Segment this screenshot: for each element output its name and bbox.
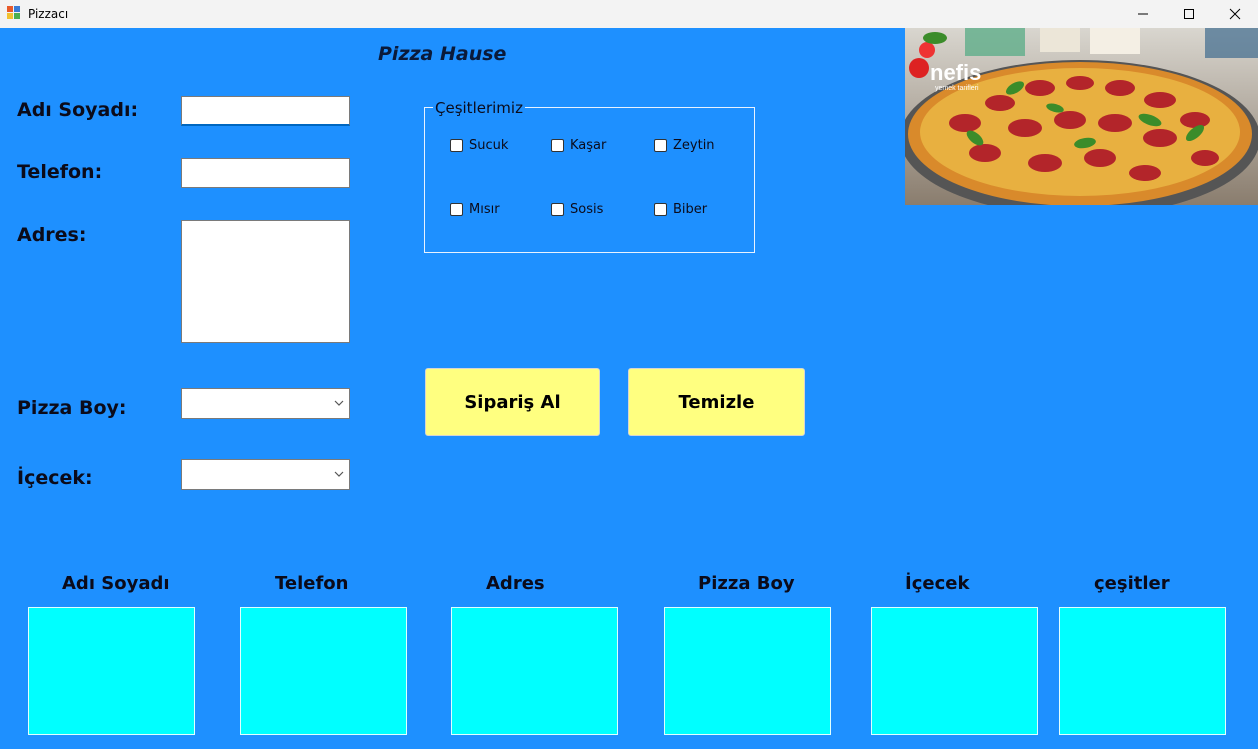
checkbox-biber[interactable]: Biber bbox=[654, 202, 707, 217]
output-list-phone[interactable] bbox=[240, 607, 407, 735]
name-input[interactable] bbox=[181, 96, 350, 126]
pizza-size-label: Pizza Boy: bbox=[17, 397, 127, 419]
clear-button[interactable]: Temizle bbox=[628, 368, 805, 436]
checkbox-label: Biber bbox=[673, 202, 708, 217]
page-title: Pizza Hause bbox=[378, 43, 507, 65]
address-label: Adres: bbox=[17, 224, 87, 246]
pizza-size-select[interactable] bbox=[181, 388, 350, 419]
checkbox-misir[interactable]: Mısır bbox=[450, 202, 500, 217]
maximize-button[interactable] bbox=[1166, 0, 1212, 28]
checkbox-sucuk[interactable]: Sucuk bbox=[450, 138, 508, 153]
checkbox-label: Sucuk bbox=[469, 138, 509, 153]
output-label-phone: Telefon bbox=[275, 573, 349, 594]
output-label-name: Adı Soyadı bbox=[62, 573, 170, 594]
phone-input[interactable] bbox=[181, 158, 350, 188]
checkbox-box[interactable] bbox=[551, 139, 564, 152]
varieties-legend: Çeşitlerimiz bbox=[433, 99, 525, 117]
output-list-drink[interactable] bbox=[871, 607, 1038, 735]
checkbox-box[interactable] bbox=[654, 203, 667, 216]
checkbox-label: Sosis bbox=[570, 202, 604, 217]
close-button[interactable] bbox=[1212, 0, 1258, 28]
output-label-size: Pizza Boy bbox=[698, 573, 795, 594]
output-list-size[interactable] bbox=[664, 607, 831, 735]
logo-text: nefis bbox=[930, 60, 981, 85]
checkbox-label: Mısır bbox=[469, 202, 500, 217]
form-client-area: Pizza Hause Adı Soyadı: Telefon: Adres: … bbox=[0, 28, 1258, 749]
checkbox-box[interactable] bbox=[551, 203, 564, 216]
address-textarea[interactable] bbox=[181, 220, 350, 343]
minimize-button[interactable] bbox=[1120, 0, 1166, 28]
drink-label: İçecek: bbox=[17, 467, 93, 489]
output-label-address: Adres bbox=[486, 573, 545, 594]
checkbox-label: Kaşar bbox=[570, 138, 607, 153]
logo-subtext: yemek tarifleri bbox=[935, 85, 979, 92]
minimize-icon bbox=[1138, 13, 1148, 15]
pizza-image: nefis yemek tarifleri bbox=[905, 28, 1258, 205]
name-label: Adı Soyadı: bbox=[17, 99, 139, 121]
chevron-down-icon bbox=[334, 471, 344, 477]
title-bar: Pizzacı bbox=[0, 0, 1258, 28]
output-list-name[interactable] bbox=[28, 607, 195, 735]
phone-label: Telefon: bbox=[17, 161, 103, 183]
order-button[interactable]: Sipariş Al bbox=[425, 368, 600, 436]
checkbox-box[interactable] bbox=[450, 139, 463, 152]
checkbox-label: Zeytin bbox=[673, 138, 715, 153]
checkbox-kasar[interactable]: Kaşar bbox=[551, 138, 606, 153]
checkbox-box[interactable] bbox=[450, 203, 463, 216]
checkbox-sosis[interactable]: Sosis bbox=[551, 202, 603, 217]
drink-select[interactable] bbox=[181, 459, 350, 490]
chevron-down-icon bbox=[334, 400, 344, 406]
close-icon bbox=[1229, 8, 1241, 20]
window-title: Pizzacı bbox=[28, 7, 69, 21]
checkbox-zeytin[interactable]: Zeytin bbox=[654, 138, 715, 153]
checkbox-box[interactable] bbox=[654, 139, 667, 152]
output-label-drink: İçecek bbox=[905, 573, 970, 594]
output-list-varieties[interactable] bbox=[1059, 607, 1226, 735]
output-list-address[interactable] bbox=[451, 607, 618, 735]
app-icon bbox=[7, 6, 21, 20]
varieties-groupbox bbox=[424, 107, 755, 253]
output-label-varieties: çeşitler bbox=[1094, 573, 1170, 594]
maximize-icon bbox=[1184, 9, 1194, 19]
